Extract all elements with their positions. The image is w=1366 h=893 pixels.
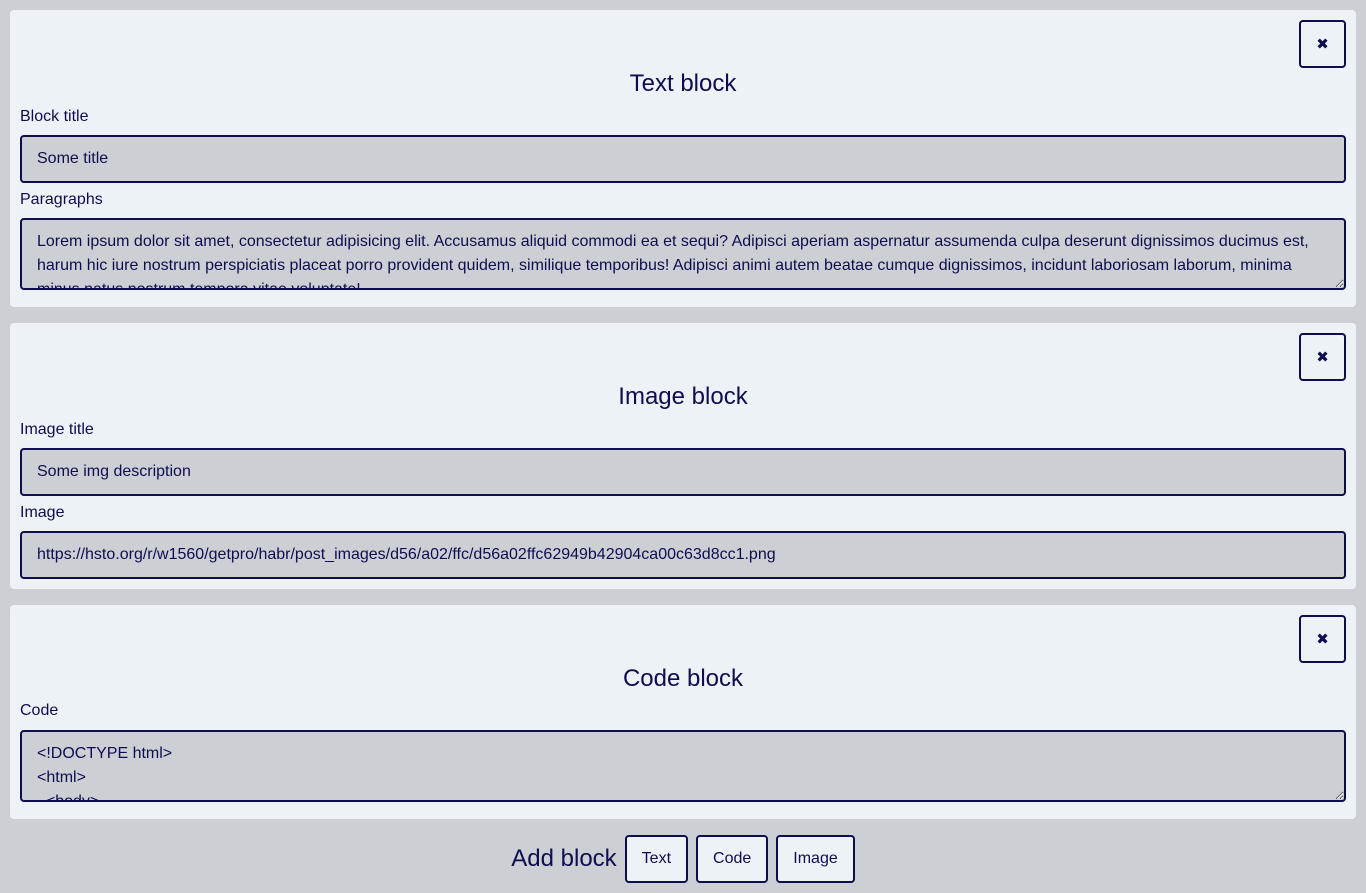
paragraphs-label: Paragraphs [20,191,103,208]
block-heading: Text block [629,70,737,97]
close-icon[interactable]: ✖ [1299,20,1346,68]
close-icon[interactable]: ✖ [1299,333,1346,381]
text-block-card: ✖ Text block Block title Paragraphs Lore… [10,10,1356,307]
code-label: Code [20,702,59,719]
image-url-input[interactable] [20,531,1346,579]
block-title-label: Block title [20,108,89,125]
block-heading: Image block [618,383,748,410]
add-code-block-button[interactable]: Code [696,835,769,883]
close-icon[interactable]: ✖ [1299,615,1346,663]
add-block-toolbar: Add block Text Code Image [0,835,1366,883]
block-heading: Code block [622,665,744,692]
add-text-block-button[interactable]: Text [624,835,689,883]
code-block-card: ✖ Code block Code <!DOCTYPE html> <html>… [10,605,1356,819]
code-textarea[interactable]: <!DOCTYPE html> <html> <body> </body> </… [20,730,1346,802]
add-block-label: Add block [511,845,617,872]
image-block-card: ✖ Image block Image title Image [10,323,1356,589]
add-image-block-button[interactable]: Image [776,835,855,883]
paragraphs-textarea[interactable]: Lorem ipsum dolor sit amet, consectetur … [20,218,1346,290]
image-title-input[interactable] [20,448,1346,496]
image-url-label: Image [20,504,65,521]
image-title-label: Image title [20,421,94,438]
block-title-input[interactable] [20,135,1346,183]
